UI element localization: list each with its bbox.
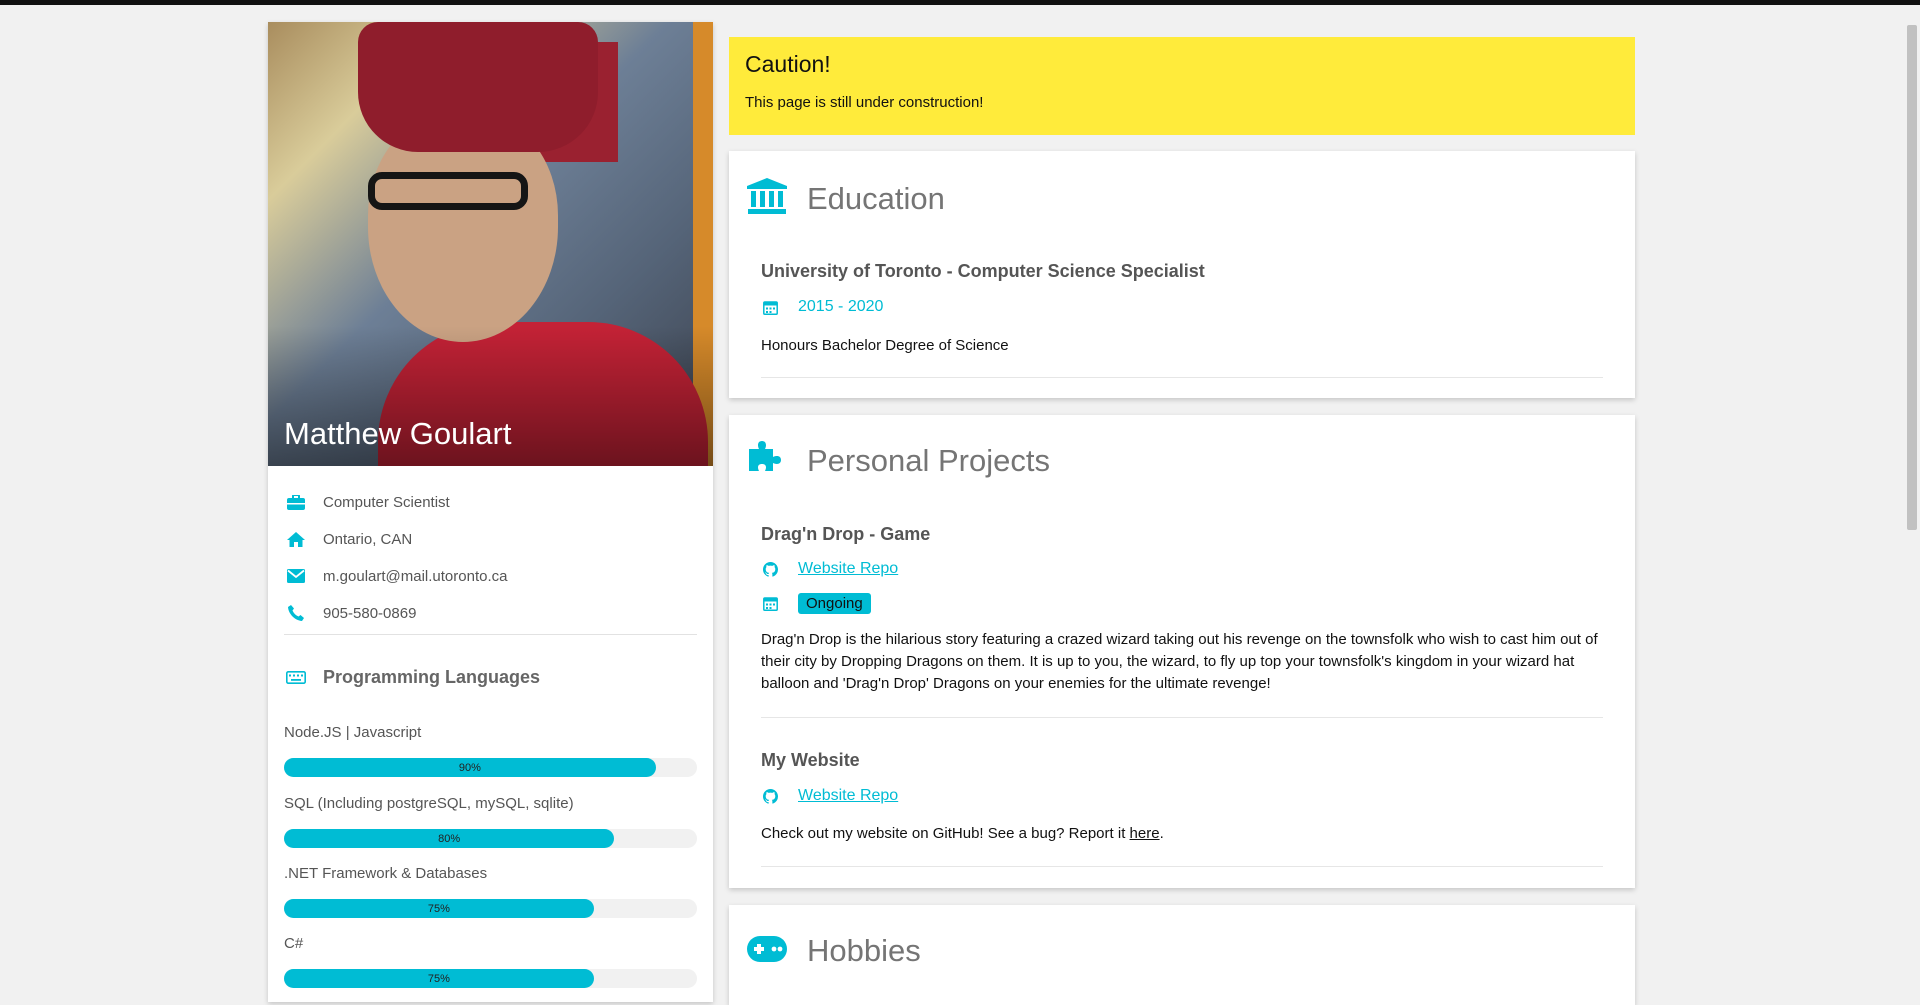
profile-divider (284, 634, 697, 635)
entry-divider (761, 377, 1603, 378)
status-badge: Ongoing (798, 592, 871, 614)
education-entry-title: University of Toronto - Computer Science… (761, 261, 1205, 281)
skill-bar: 75% (284, 899, 697, 918)
briefcase-icon (284, 492, 308, 512)
education-description: Honours Bachelor Degree of Science (761, 337, 1009, 354)
skill-label: SQL (Including postgreSQL, mySQL, sqlite… (284, 795, 574, 812)
calendar-icon (761, 596, 779, 611)
caution-title: Caution! (745, 51, 831, 77)
hobbies-heading: Hobbies (747, 933, 921, 969)
github-icon (761, 561, 779, 577)
gamepad-icon (747, 935, 787, 967)
project-description: Check out my website on GitHub! See a bu… (761, 825, 1164, 842)
profile-card: Matthew Goulart Computer Scientist Ontar… (268, 22, 713, 1002)
keyboard-icon (284, 671, 308, 684)
education-dates-row: 2015 - 2020 (761, 295, 883, 319)
skill-bar-fill: 75% (284, 969, 594, 988)
projects-card: Personal Projects Drag'n Drop - Game Web… (729, 415, 1635, 888)
education-heading: Education (747, 178, 945, 219)
profile-photo: Matthew Goulart (268, 22, 713, 466)
project-repo-link[interactable]: Website Repo (798, 787, 898, 805)
projects-heading: Personal Projects (747, 439, 1050, 482)
hobbies-title: Hobbies (807, 933, 921, 968)
skill-label: C# (284, 935, 304, 952)
puzzle-icon (747, 439, 787, 482)
caution-message: This page is still under construction! (745, 94, 984, 111)
projects-title: Personal Projects (807, 442, 1050, 478)
entry-divider (761, 866, 1603, 867)
github-icon (761, 788, 779, 804)
project-description: Drag'n Drop is the hilarious story featu… (761, 631, 1598, 692)
skill-bar: 80% (284, 829, 697, 848)
skill-label: .NET Framework & Databases (284, 865, 488, 882)
education-dates: 2015 - 2020 (798, 298, 884, 315)
calendar-icon (761, 300, 779, 315)
programming-languages-heading: Programming Languages (284, 667, 540, 688)
project-repo-link[interactable]: Website Repo (798, 560, 898, 578)
project-status-row: Ongoing (761, 591, 871, 615)
skill-bar: 75% (284, 969, 697, 988)
info-phone: 905-580-0869 (284, 601, 416, 625)
project-repo-row: Website Repo (761, 557, 898, 581)
project-title: Drag'n Drop - Game (761, 524, 931, 544)
profile-name: Matthew Goulart (284, 416, 512, 451)
skill-bar: 90% (284, 758, 697, 777)
skill-bar-fill: 75% (284, 899, 594, 918)
skill-bar-fill: 90% (284, 758, 656, 777)
project-repo-row: Website Repo (761, 784, 898, 808)
skill-label: Node.JS | Javascript (284, 724, 422, 741)
phone-icon (284, 603, 308, 623)
report-bug-link[interactable]: here (1130, 825, 1160, 842)
education-title: Education (807, 180, 945, 216)
scrollbar-thumb[interactable] (1907, 25, 1917, 530)
hobbies-card: Hobbies (729, 905, 1635, 1005)
skill-bar-fill: 80% (284, 829, 615, 848)
education-card: Education University of Toronto - Comput… (729, 151, 1635, 398)
project-title: My Website (761, 750, 860, 770)
info-email: m.goulart@mail.utoronto.ca (284, 564, 507, 588)
envelope-icon (284, 566, 308, 586)
caution-banner: Caution! This page is still under constr… (729, 37, 1635, 135)
entry-divider (761, 717, 1603, 718)
institution-icon (747, 178, 787, 219)
window-top-edge (0, 0, 1920, 5)
info-occupation: Computer Scientist (284, 490, 450, 514)
home-icon (284, 529, 308, 549)
info-location: Ontario, CAN (284, 527, 412, 551)
page-scrollbar[interactable] (1903, 5, 1920, 984)
